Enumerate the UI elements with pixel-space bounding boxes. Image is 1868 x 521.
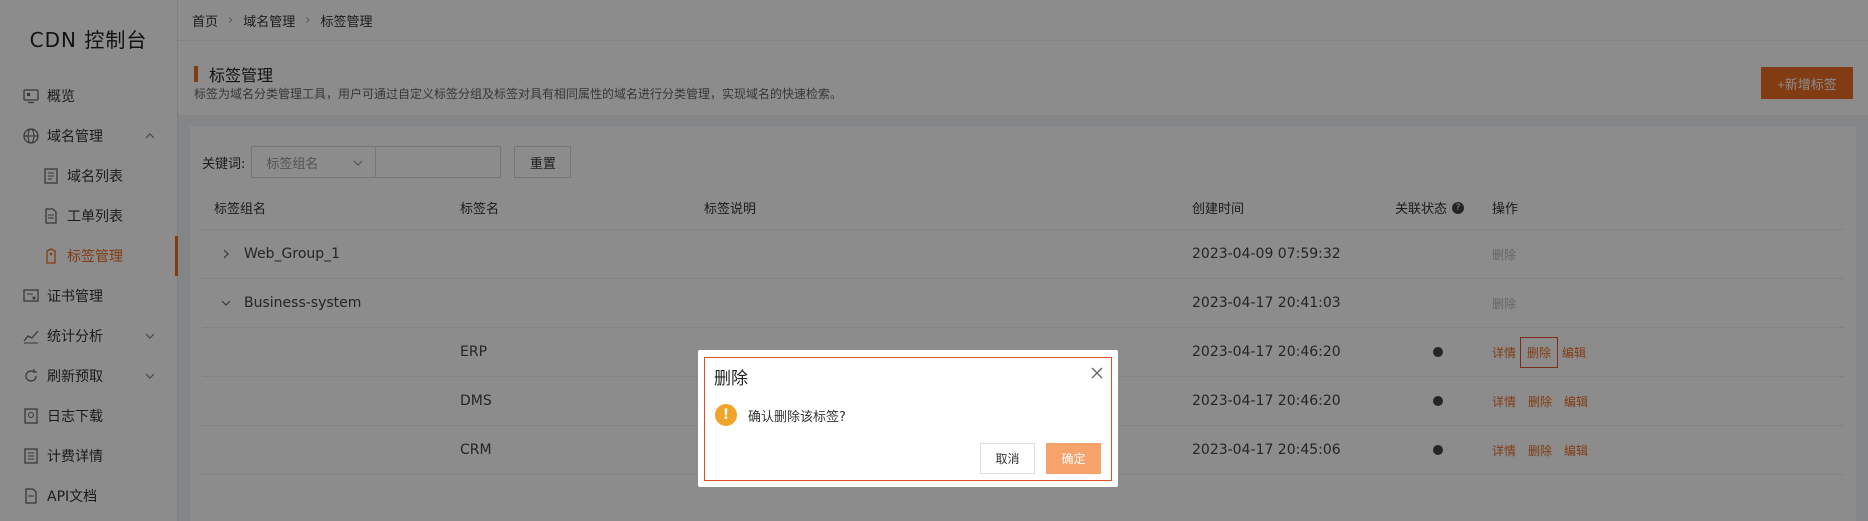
warning-icon: ! [715, 404, 737, 426]
delete-confirm-dialog: 删除 ! 确认删除该标签? 取消 确定 [698, 350, 1118, 487]
dialog-body: ! 确认删除该标签? [715, 404, 846, 426]
cancel-button[interactable]: 取消 [980, 443, 1035, 474]
dialog-title: 删除 [714, 369, 748, 389]
confirm-button[interactable]: 确定 [1046, 443, 1101, 474]
close-icon[interactable] [1090, 366, 1104, 380]
dialog-message: 确认删除该标签? [748, 409, 846, 425]
